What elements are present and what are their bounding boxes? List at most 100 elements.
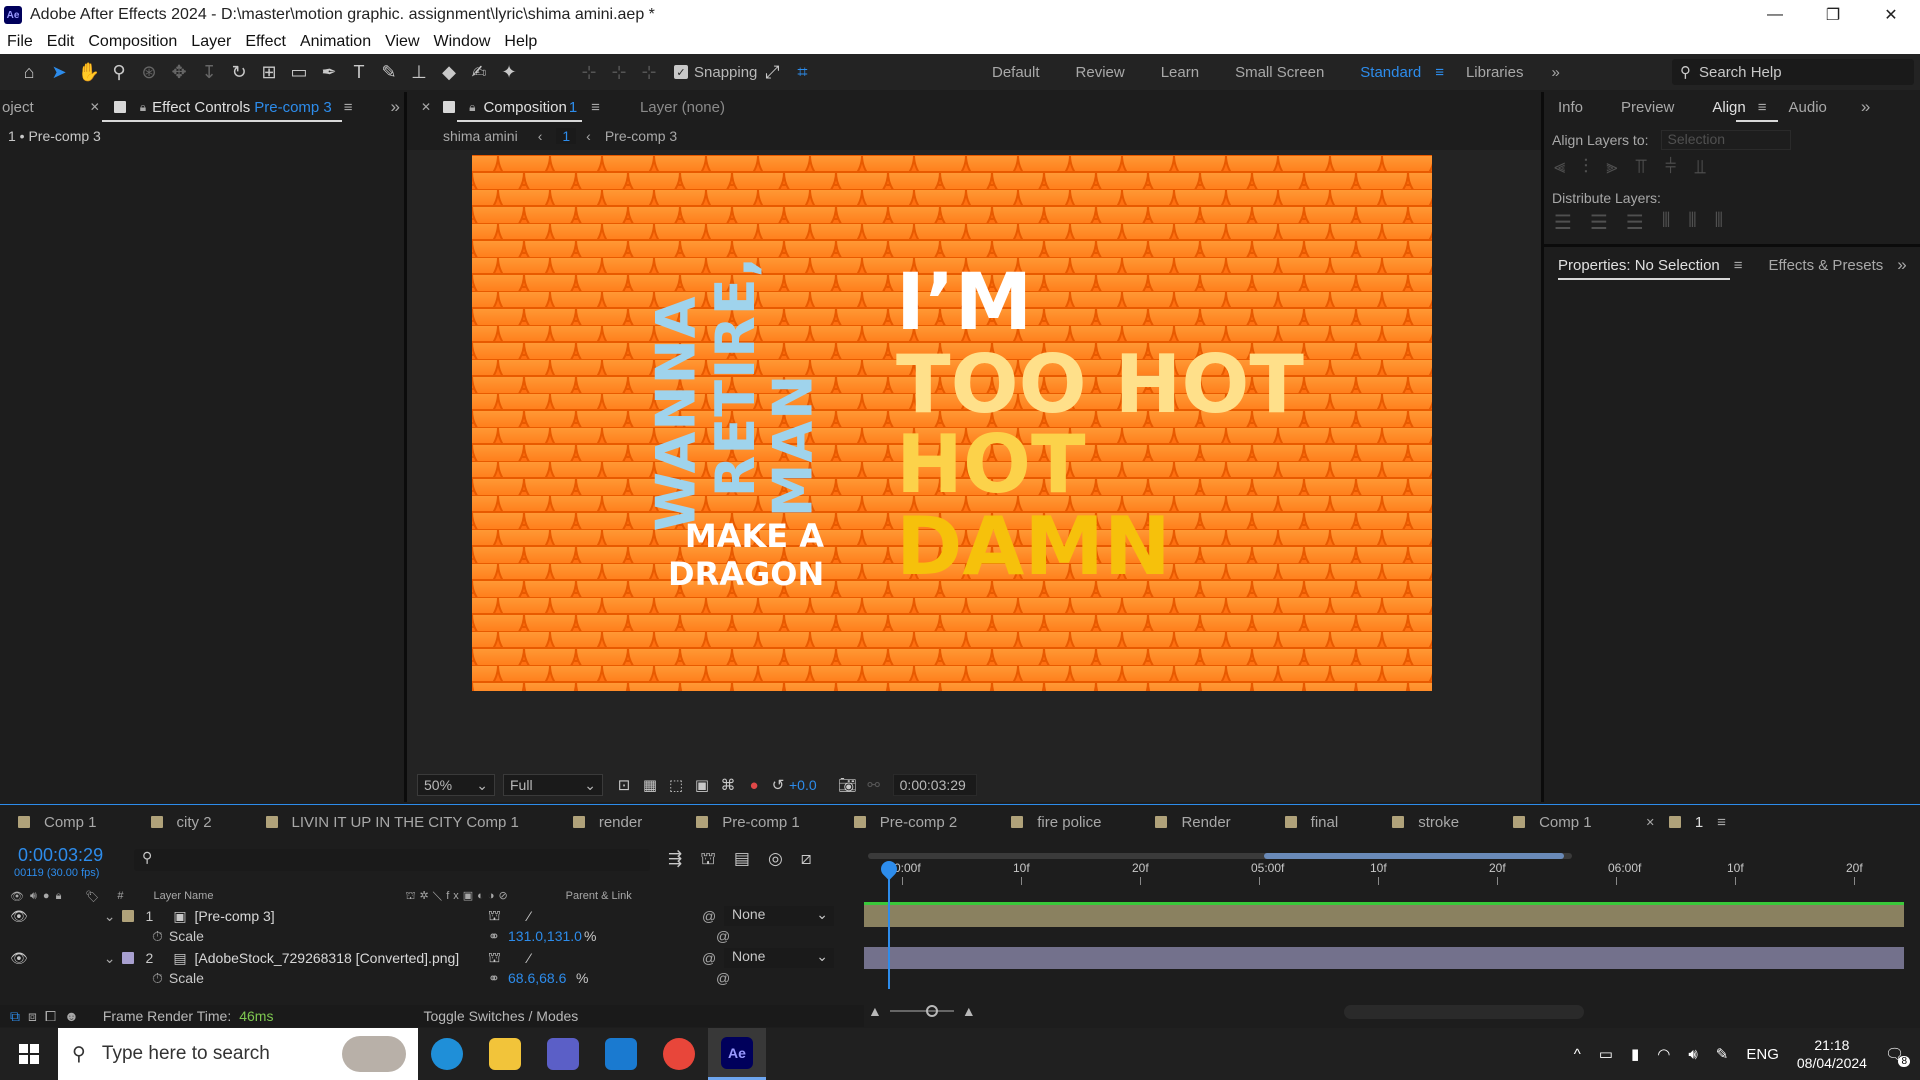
timeline-tab[interactable]: Pre-comp 2 bbox=[853, 814, 957, 831]
axis-world-icon[interactable]: ⊹ bbox=[604, 57, 634, 87]
layer-name[interactable]: [Pre-comp 3] bbox=[195, 908, 275, 924]
layer-label-color[interactable] bbox=[121, 952, 134, 964]
layer-row-1[interactable]: 👁︎ ⌄ 1 ▣ [Pre-comp 3] ⛫ ⁄ @ None ⌄ bbox=[0, 905, 864, 927]
expand-chevron-icon[interactable]: ⌄ bbox=[104, 908, 116, 925]
constrain-proportions-icon[interactable]: ⚭ bbox=[488, 970, 500, 987]
workspace-learn[interactable]: Learn bbox=[1161, 64, 1199, 81]
shy-layers-icon[interactable]: ⛫ bbox=[700, 849, 716, 871]
workspace-standard[interactable]: Standard bbox=[1360, 64, 1421, 81]
distribute-hcenter-icon[interactable]: ⫴ bbox=[1688, 210, 1696, 235]
pick-whip-icon[interactable]: @ bbox=[702, 950, 716, 966]
clock[interactable]: 21:18 08/04/2024 bbox=[1797, 1036, 1867, 1072]
axis-view-icon[interactable]: ⊹ bbox=[634, 57, 664, 87]
zoom-out-icon[interactable]: ▲ bbox=[868, 1003, 882, 1019]
comp-menu-icon[interactable]: ≡ bbox=[591, 99, 600, 116]
toggle-switches-modes[interactable]: Toggle Switches / Modes bbox=[423, 1008, 578, 1024]
crumb-back-icon[interactable]: ‹ bbox=[538, 128, 543, 144]
timeline-tab[interactable]: stroke bbox=[1392, 814, 1459, 831]
timeline-scrollbar[interactable] bbox=[1344, 1005, 1584, 1019]
align-right-icon[interactable]: ⫸ bbox=[1606, 156, 1617, 179]
workspace-menu-icon[interactable]: ≡ bbox=[1435, 64, 1444, 81]
show-snapshot-icon[interactable]: ⚯ bbox=[861, 770, 887, 800]
maximize-button[interactable]: ❐ bbox=[1804, 0, 1862, 30]
expression-pick-whip-icon[interactable]: @ bbox=[716, 928, 730, 944]
layer-row-2[interactable]: 👁︎ ⌄ 2 ▤ [AdobeStock_729268318 [Converte… bbox=[0, 947, 864, 969]
chrome-icon[interactable] bbox=[650, 1028, 708, 1080]
playhead-line[interactable] bbox=[888, 865, 890, 989]
panel-expand-icon[interactable]: » bbox=[1861, 97, 1870, 117]
layer-label-color[interactable] bbox=[121, 910, 134, 922]
shy-switch-icon[interactable]: ⛫ bbox=[488, 907, 501, 926]
windows-start-icon[interactable] bbox=[0, 1028, 58, 1080]
tab-effects-presets[interactable]: Effects & Presets bbox=[1769, 257, 1884, 274]
menu-help[interactable]: Help bbox=[497, 33, 544, 51]
snap-options-icon[interactable]: ⤢ bbox=[757, 57, 787, 87]
timeline-tab[interactable]: ✕ 1 ≡ bbox=[1646, 814, 1726, 831]
menu-effect[interactable]: Effect bbox=[238, 33, 293, 51]
taskbar-search[interactable]: ⚲ Type here to search bbox=[58, 1028, 418, 1080]
lock-icon[interactable]: 🔒︎ bbox=[140, 100, 146, 115]
snapping-checkbox[interactable]: ✓ bbox=[674, 65, 688, 79]
align-target-dropdown[interactable]: Selection bbox=[1660, 130, 1791, 150]
comp-flowchart-icon[interactable]: ⇶ bbox=[668, 849, 682, 871]
selection-icon[interactable]: ➤ bbox=[44, 57, 74, 87]
menu-layer[interactable]: Layer bbox=[184, 33, 238, 51]
shy-switch-icon[interactable]: ⛫ bbox=[488, 949, 501, 968]
tab-layer[interactable]: Layer (none) bbox=[640, 99, 725, 116]
search-help-field[interactable]: ⚲ Search Help bbox=[1672, 59, 1914, 85]
orbit-icon[interactable]: ⊛ bbox=[134, 57, 164, 87]
align-left-icon[interactable]: ⫷ bbox=[1554, 156, 1565, 179]
resolution-dropdown[interactable]: Full ⌄ bbox=[503, 774, 603, 796]
stopwatch-icon[interactable]: ⏱︎ bbox=[152, 928, 163, 945]
visibility-eye-icon[interactable]: 👁︎ bbox=[10, 950, 28, 967]
brush-icon[interactable]: ✎ bbox=[374, 57, 404, 87]
timeline-tab[interactable]: Render bbox=[1155, 814, 1231, 831]
snapping-toggle[interactable]: ✓ Snapping bbox=[674, 64, 757, 81]
zoom-in-icon[interactable]: ▲ bbox=[962, 1003, 976, 1019]
rotate-icon[interactable]: ↻ bbox=[224, 57, 254, 87]
layer-1-duration-bar[interactable] bbox=[864, 905, 1904, 927]
menu-view[interactable]: View bbox=[378, 33, 426, 51]
panel-expand-icon[interactable]: » bbox=[1897, 255, 1906, 275]
zoom-slider[interactable] bbox=[889, 1005, 954, 1017]
crumb-shima-amini[interactable]: shima amini bbox=[443, 128, 518, 144]
timeline-tab[interactable]: render bbox=[572, 814, 642, 831]
expand-chevron-icon[interactable]: ⌄ bbox=[104, 950, 116, 967]
tab-properties[interactable]: Properties: No Selection bbox=[1558, 257, 1720, 274]
quality-switch-icon[interactable]: ⁄ bbox=[528, 950, 530, 966]
frame-blending-icon[interactable]: ▤ bbox=[734, 849, 750, 871]
align-hcenter-icon[interactable]: ⫶ bbox=[1583, 156, 1588, 179]
timeline-tab[interactable]: Pre-comp 1 bbox=[696, 814, 800, 831]
panel-menu-icon[interactable]: ≡ bbox=[344, 99, 353, 116]
distribute-left-icon[interactable]: ⫴ bbox=[1662, 210, 1670, 235]
frame-blend-footer-icon[interactable]: ⧠ bbox=[45, 1008, 56, 1025]
timeline-menu-icon[interactable]: ≡ bbox=[1717, 814, 1726, 831]
motion-blur-icon[interactable]: ◎ bbox=[768, 849, 783, 871]
language-indicator[interactable]: ENG bbox=[1746, 1046, 1779, 1063]
type-icon[interactable]: T bbox=[344, 57, 374, 87]
visibility-eye-icon[interactable]: 👁︎ bbox=[10, 908, 28, 925]
align-bottom-icon[interactable]: ⫫ bbox=[1694, 156, 1705, 179]
pen-icon[interactable]: ✎ bbox=[1716, 1045, 1729, 1063]
tab-effect-controls[interactable]: Effect Controls bbox=[152, 99, 250, 116]
mail-icon[interactable] bbox=[592, 1028, 650, 1080]
workspace-more-icon[interactable]: » bbox=[1551, 64, 1559, 81]
menu-composition[interactable]: Composition bbox=[81, 33, 184, 51]
tab-composition[interactable]: Composition bbox=[483, 99, 566, 116]
comp-lock-icon[interactable]: 🔒︎ bbox=[469, 100, 475, 115]
edge-icon[interactable] bbox=[418, 1028, 476, 1080]
expression-pick-whip-icon[interactable]: @ bbox=[716, 970, 730, 986]
reset-exposure-icon[interactable]: ↺ bbox=[767, 770, 789, 800]
battery-icon[interactable]: ▮ bbox=[1631, 1045, 1639, 1063]
timeline-tab[interactable]: Comp 1 bbox=[1513, 814, 1592, 831]
distribute-bottom-icon[interactable]: ☰ bbox=[1626, 210, 1644, 235]
roto-brush-icon[interactable]: ✍ bbox=[464, 57, 494, 87]
align-top-icon[interactable]: ⫪ bbox=[1636, 156, 1647, 179]
crumb-index[interactable]: 1 bbox=[556, 128, 577, 144]
tab-info[interactable]: Info bbox=[1558, 99, 1583, 116]
snapshot-icon[interactable]: 📷︎ bbox=[835, 770, 861, 800]
crumb-pre-comp-3[interactable]: Pre-comp 3 bbox=[605, 128, 677, 144]
timeline-tab[interactable]: LIVIN IT UP IN THE CITY Comp 1 bbox=[265, 814, 519, 831]
quality-switch-icon[interactable]: ⁄ bbox=[528, 908, 530, 924]
dolly-icon[interactable]: ↧ bbox=[194, 57, 224, 87]
